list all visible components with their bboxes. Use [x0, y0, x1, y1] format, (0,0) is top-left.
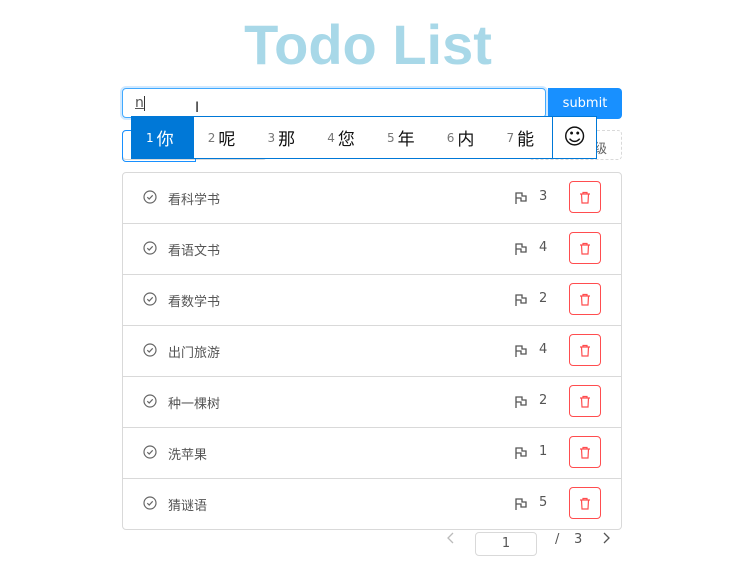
candidate-char: 你: [156, 130, 174, 150]
todo-row: 猜谜语 5: [123, 479, 621, 529]
delete-button[interactable]: [569, 283, 601, 315]
flag-icon: [515, 294, 527, 306]
trash-icon: [580, 446, 590, 459]
ibeam-cursor-icon: I: [195, 100, 200, 116]
page-separator: /: [555, 532, 560, 547]
candidate-char: 能: [517, 130, 535, 150]
candidate-number: 5: [386, 130, 395, 145]
check-circle-icon[interactable]: [143, 343, 157, 357]
candidate-char: 您: [337, 130, 355, 150]
delete-button[interactable]: [569, 487, 601, 519]
delete-button[interactable]: [569, 436, 601, 468]
todo-priority: 4: [539, 342, 548, 357]
todo-text: 洗苹果: [168, 448, 208, 463]
ime-candidate[interactable]: 6内: [433, 117, 493, 158]
ime-candidate-window: 1你 2呢 3那 4您 5年 6内 7能 ☺: [131, 116, 597, 159]
emoji-icon[interactable]: ☺: [552, 117, 596, 158]
todo-priority: 1: [539, 444, 548, 459]
todo-text: 出门旅游: [168, 346, 221, 361]
check-circle-icon[interactable]: [143, 445, 157, 459]
flag-icon: [515, 447, 527, 459]
composition-text: n: [135, 95, 144, 111]
flag-icon: [515, 345, 527, 357]
todo-priority: 3: [539, 189, 548, 204]
todo-row: 种一棵树 2: [123, 377, 621, 428]
text-caret: [143, 95, 145, 111]
page-total: 3: [574, 532, 583, 547]
prev-page-icon[interactable]: [446, 532, 456, 548]
todo-priority: 2: [539, 291, 548, 306]
candidate-char: 呢: [218, 130, 236, 150]
todo-row: 看语文书 4: [123, 224, 621, 275]
todo-priority: 4: [539, 240, 548, 255]
candidate-number: 3: [267, 130, 276, 145]
todo-text: 猜谜语: [168, 499, 208, 514]
delete-button[interactable]: [569, 181, 601, 213]
candidate-number: 7: [506, 130, 515, 145]
trash-icon: [580, 497, 590, 510]
candidate-number: 1: [146, 130, 154, 145]
todo-priority: 5: [539, 495, 548, 510]
flag-icon: [515, 243, 527, 255]
flag-icon: [515, 498, 527, 510]
trash-icon: [580, 293, 590, 306]
trash-icon: [580, 242, 590, 255]
todo-row: 看科学书 3: [123, 173, 621, 224]
check-circle-icon[interactable]: [143, 496, 157, 510]
check-circle-icon[interactable]: [143, 190, 157, 204]
candidate-char: 内: [457, 130, 475, 150]
todo-row: 洗苹果 1: [123, 428, 621, 479]
todo-input[interactable]: n: [122, 88, 546, 118]
next-page-icon[interactable]: [601, 532, 611, 548]
delete-button[interactable]: [569, 334, 601, 366]
ime-candidate[interactable]: 1你: [132, 117, 194, 158]
delete-button[interactable]: [569, 385, 601, 417]
ime-candidate[interactable]: 2呢: [194, 117, 254, 158]
page-input[interactable]: 1: [475, 532, 537, 556]
flag-icon: [515, 396, 527, 408]
todo-row: 出门旅游 4: [123, 326, 621, 377]
todo-row: 看数学书 2: [123, 275, 621, 326]
candidate-number: 2: [207, 130, 216, 145]
flag-icon: [515, 192, 527, 204]
ime-candidate[interactable]: 7能: [492, 117, 552, 158]
todo-list: 看科学书 3 看语文书 4 看数学书 2 出门旅游 4 种一棵树 2 洗苹果 1…: [122, 172, 622, 530]
candidate-char: 年: [397, 130, 415, 150]
todo-text: 看语文书: [168, 244, 221, 259]
candidate-number: 4: [327, 130, 335, 145]
trash-icon: [580, 191, 590, 204]
check-circle-icon[interactable]: [143, 394, 157, 408]
ime-candidate[interactable]: 4您: [313, 117, 373, 158]
todo-text: 看数学书: [168, 295, 221, 310]
check-circle-icon[interactable]: [143, 292, 157, 306]
ime-candidate[interactable]: 3那: [253, 117, 313, 158]
trash-icon: [580, 395, 590, 408]
trash-icon: [580, 344, 590, 357]
check-circle-icon[interactable]: [143, 241, 157, 255]
ime-candidate[interactable]: 5年: [373, 117, 433, 158]
todo-text: 看科学书: [168, 193, 221, 208]
page-title: Todo List: [244, 13, 492, 76]
todo-priority: 2: [539, 393, 548, 408]
candidate-number: 6: [446, 130, 455, 145]
delete-button[interactable]: [569, 232, 601, 264]
candidate-char: 那: [278, 130, 296, 150]
submit-button[interactable]: submit: [548, 88, 622, 119]
todo-text: 种一棵树: [168, 397, 221, 412]
